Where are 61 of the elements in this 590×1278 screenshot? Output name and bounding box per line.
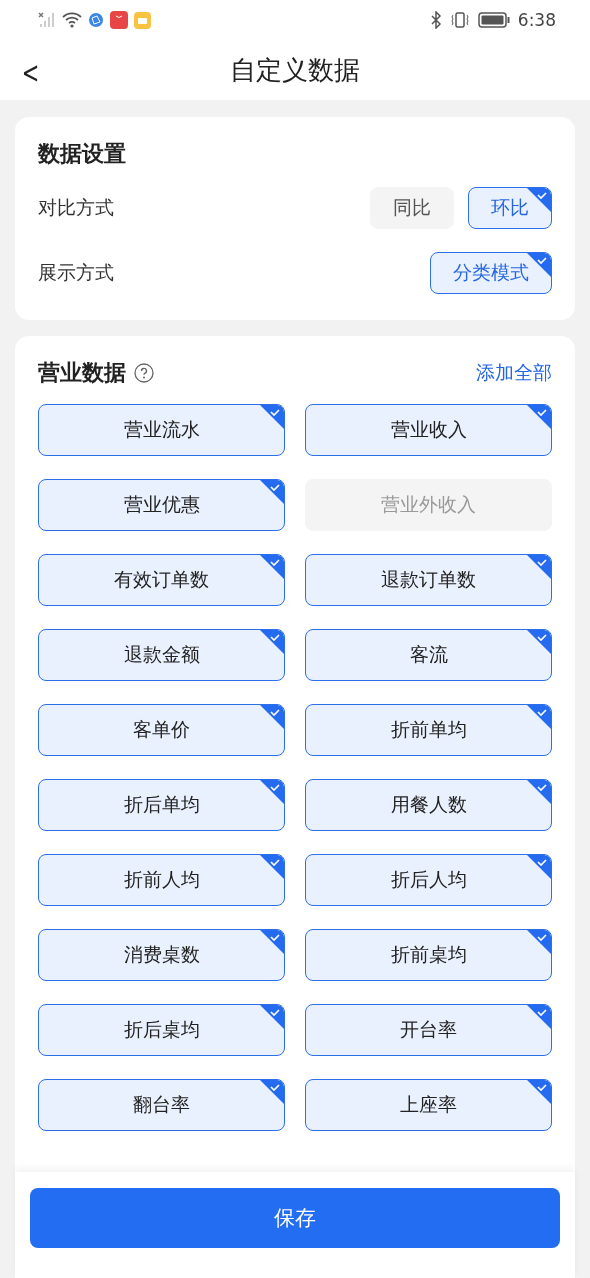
- vibrate-icon: [449, 11, 470, 30]
- option-button[interactable]: 同比: [370, 187, 454, 229]
- check-corner-icon: [527, 780, 551, 804]
- check-corner-icon: [260, 930, 284, 954]
- metric-chip[interactable]: 折后单均: [38, 779, 285, 831]
- check-corner-icon: [527, 705, 551, 729]
- metric-chip[interactable]: 有效订单数: [38, 554, 285, 606]
- check-corner-icon: [260, 630, 284, 654]
- check-corner-icon: [527, 405, 551, 429]
- metric-chip[interactable]: 折前单均: [305, 704, 552, 756]
- check-corner-icon: [260, 480, 284, 504]
- metric-chip[interactable]: 折后人均: [305, 854, 552, 906]
- save-button[interactable]: 保存: [30, 1188, 560, 1248]
- help-icon[interactable]: [134, 363, 154, 383]
- check-corner-icon: [527, 930, 551, 954]
- setting-label: 展示方式: [38, 260, 114, 285]
- check-corner-icon: [260, 705, 284, 729]
- check-corner-icon: [260, 405, 284, 429]
- option-button[interactable]: 环比: [468, 187, 552, 229]
- check-corner-icon: [260, 1005, 284, 1029]
- folder-icon: [134, 11, 151, 29]
- metric-chip[interactable]: 退款订单数: [305, 554, 552, 606]
- battery-icon: [477, 12, 510, 29]
- check-corner-icon: [527, 1080, 551, 1104]
- check-corner-icon: [527, 1005, 551, 1029]
- metric-chip[interactable]: 营业收入: [305, 404, 552, 456]
- metric-chip[interactable]: 营业优惠: [38, 479, 285, 531]
- metric-chip[interactable]: 折后桌均: [38, 1004, 285, 1056]
- metric-chip[interactable]: 退款金额: [38, 629, 285, 681]
- option-button[interactable]: 分类模式: [430, 252, 552, 294]
- globe-icon: [88, 12, 104, 29]
- check-corner-icon: [527, 253, 551, 277]
- metric-chip[interactable]: 翻台率: [38, 1079, 285, 1131]
- metric-chip[interactable]: 用餐人数: [305, 779, 552, 831]
- check-corner-icon: [527, 630, 551, 654]
- check-corner-icon: [527, 555, 551, 579]
- metric-chip[interactable]: 客流: [305, 629, 552, 681]
- section-title: 数据设置: [38, 140, 127, 168]
- check-corner-icon: [260, 555, 284, 579]
- check-corner-icon: [527, 188, 551, 212]
- metric-chip[interactable]: 开台率: [305, 1004, 552, 1056]
- metric-chip[interactable]: 折前桌均: [305, 929, 552, 981]
- metric-chip[interactable]: 上座率: [305, 1079, 552, 1131]
- metric-chip[interactable]: 营业流水: [38, 404, 285, 456]
- bluetooth-icon: [429, 11, 442, 30]
- add-all-link[interactable]: 添加全部: [476, 360, 552, 386]
- metric-chip[interactable]: 消费桌数: [38, 929, 285, 981]
- metric-chip[interactable]: 客单价: [38, 704, 285, 756]
- app-icon: [110, 11, 128, 30]
- back-button[interactable]: <: [18, 54, 43, 90]
- metric-chip[interactable]: 折前人均: [38, 854, 285, 906]
- page-title: 自定义数据: [230, 53, 360, 87]
- check-corner-icon: [527, 855, 551, 879]
- section-title: 营业数据: [38, 359, 126, 387]
- no-signal-icon: [38, 12, 56, 29]
- clock-time: 6:38: [517, 10, 556, 31]
- check-corner-icon: [260, 780, 284, 804]
- check-corner-icon: [260, 1080, 284, 1104]
- check-corner-icon: [260, 855, 284, 879]
- setting-label: 对比方式: [38, 195, 114, 220]
- wifi-icon: [62, 12, 82, 29]
